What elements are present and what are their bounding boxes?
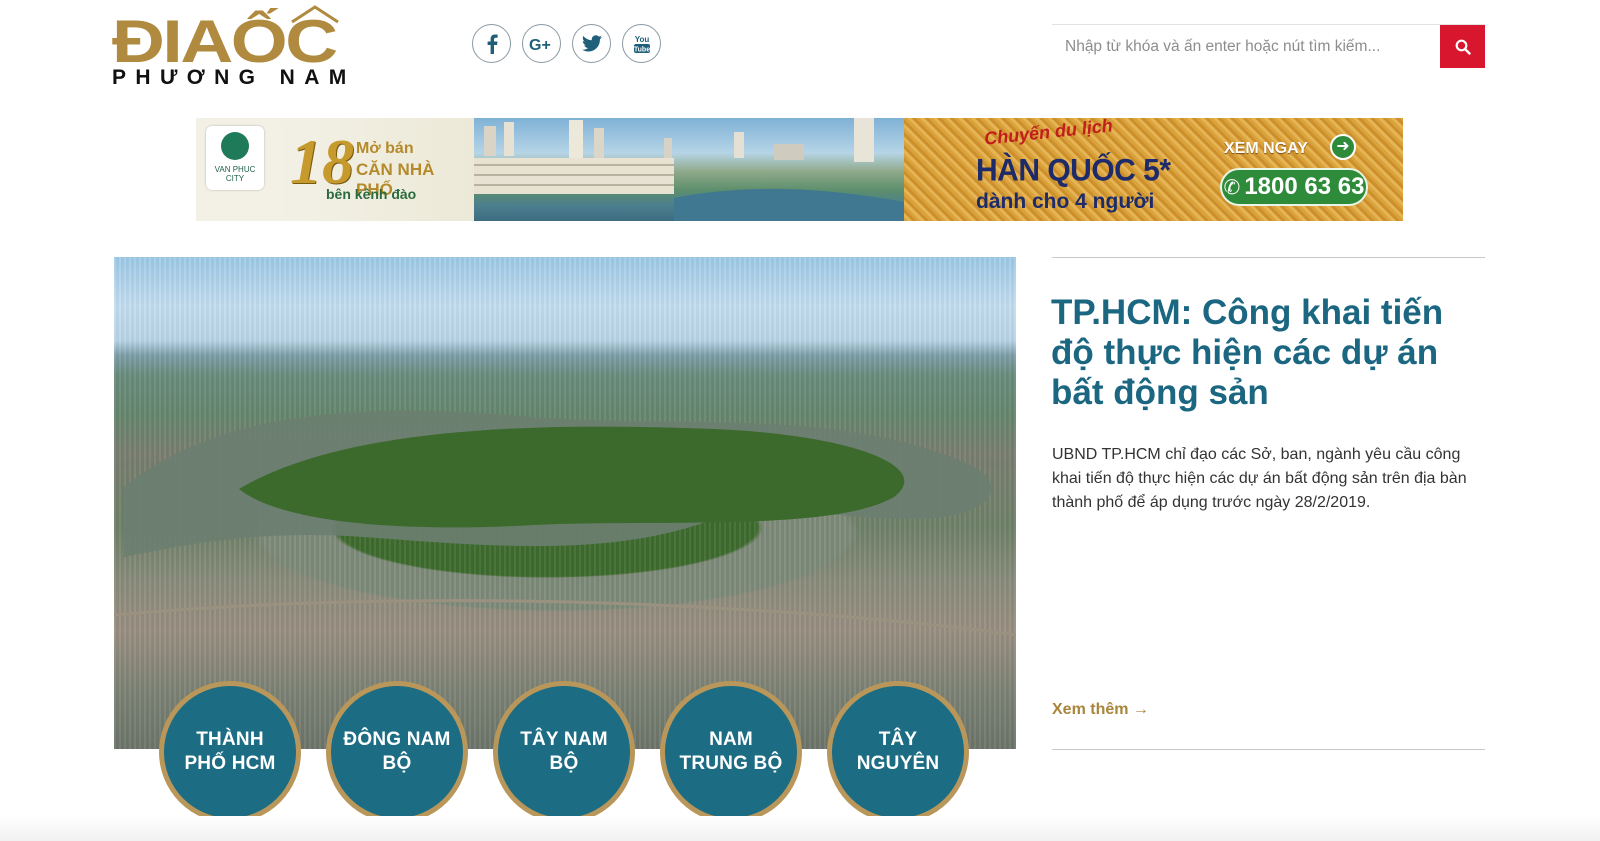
facebook-link[interactable] bbox=[472, 24, 511, 63]
divider-top bbox=[1052, 257, 1485, 258]
svg-text:Tube: Tube bbox=[633, 46, 649, 53]
twitter-link[interactable] bbox=[572, 24, 611, 63]
banner-number: 18 bbox=[290, 126, 354, 197]
phone-icon: ✆ bbox=[1223, 176, 1241, 199]
banner-brand-logo: VAN PHUC CITY bbox=[196, 118, 274, 221]
hotline-button[interactable]: ✆ 1800 63 63 bbox=[1220, 168, 1368, 206]
banner-line1: Mở bán bbox=[356, 140, 414, 157]
svg-text:G+: G+ bbox=[529, 37, 551, 52]
banner-skyline-image bbox=[474, 118, 904, 221]
svg-text:You: You bbox=[634, 35, 649, 44]
brand-emblem-icon bbox=[221, 132, 249, 160]
search-bar bbox=[1052, 24, 1485, 68]
promo-main: HÀN QUỐC 5* bbox=[976, 153, 1171, 188]
divider-bottom bbox=[1052, 749, 1485, 750]
banner-brand-name: VAN PHUC bbox=[214, 165, 256, 174]
site-logo[interactable]: ĐIAỐC PHƯƠNG NAM bbox=[112, 4, 412, 90]
region-tay-nam-bo[interactable]: TÂY NAM BỘ bbox=[493, 681, 635, 823]
logo-subtitle: PHƯƠNG NAM bbox=[112, 66, 356, 89]
banner-brand-sub: CITY bbox=[225, 174, 245, 183]
arrow-right-icon: ➜ bbox=[1330, 134, 1356, 160]
featured-article-image[interactable] bbox=[114, 257, 1016, 749]
banner-promo: Chuyến du lịch HÀN QUỐC 5* dành cho 4 ng… bbox=[904, 118, 1403, 221]
search-input[interactable] bbox=[1052, 25, 1440, 68]
twitter-icon bbox=[581, 35, 602, 52]
google-plus-link[interactable]: G+ bbox=[522, 24, 561, 63]
ad-banner[interactable]: VAN PHUC CITY 18 Mở bán CĂN NHÀ PHỐ bên … bbox=[196, 118, 1403, 221]
region-tay-nguyen[interactable]: TÂY NGUYÊN bbox=[827, 681, 969, 823]
search-icon bbox=[1455, 39, 1471, 55]
promo-sub: dành cho 4 người bbox=[976, 190, 1155, 213]
region-dong-nam-bo[interactable]: ĐÔNG NAM BỘ bbox=[326, 681, 468, 823]
banner-line3: bên kênh đào bbox=[326, 186, 417, 202]
promo-cta-label: XEM NGAY bbox=[1224, 140, 1308, 157]
page-bottom-edge bbox=[0, 816, 1600, 841]
facebook-icon bbox=[487, 34, 498, 54]
promo-title: Chuyến du lịch bbox=[983, 118, 1114, 149]
article-headline[interactable]: TP.HCM: Công khai tiến độ thực hiện các … bbox=[1051, 293, 1491, 413]
banner-offer: 18 Mở bán CĂN NHÀ PHỐ bên kênh đào bbox=[274, 118, 474, 221]
article-summary: UBND TP.HCM chỉ đạo các Sở, ban, ngành y… bbox=[1052, 446, 1467, 511]
google-plus-icon: G+ bbox=[529, 37, 551, 52]
aerial-view-image bbox=[114, 410, 1016, 637]
youtube-icon: You Tube bbox=[633, 35, 649, 54]
hotline-number: 1800 63 63 bbox=[1244, 173, 1365, 200]
region-thanh-pho-hcm[interactable]: THÀNH PHỐ HCM bbox=[159, 681, 301, 823]
logo-wordmark: ĐIAỐC bbox=[112, 8, 338, 75]
banner-photo bbox=[474, 118, 904, 221]
read-more-link[interactable]: Xem thêm → bbox=[1052, 701, 1149, 719]
youtube-link[interactable]: You Tube bbox=[622, 24, 661, 63]
region-nam-trung-bo[interactable]: NAM TRUNG BỘ bbox=[660, 681, 802, 823]
search-button[interactable] bbox=[1440, 25, 1485, 68]
